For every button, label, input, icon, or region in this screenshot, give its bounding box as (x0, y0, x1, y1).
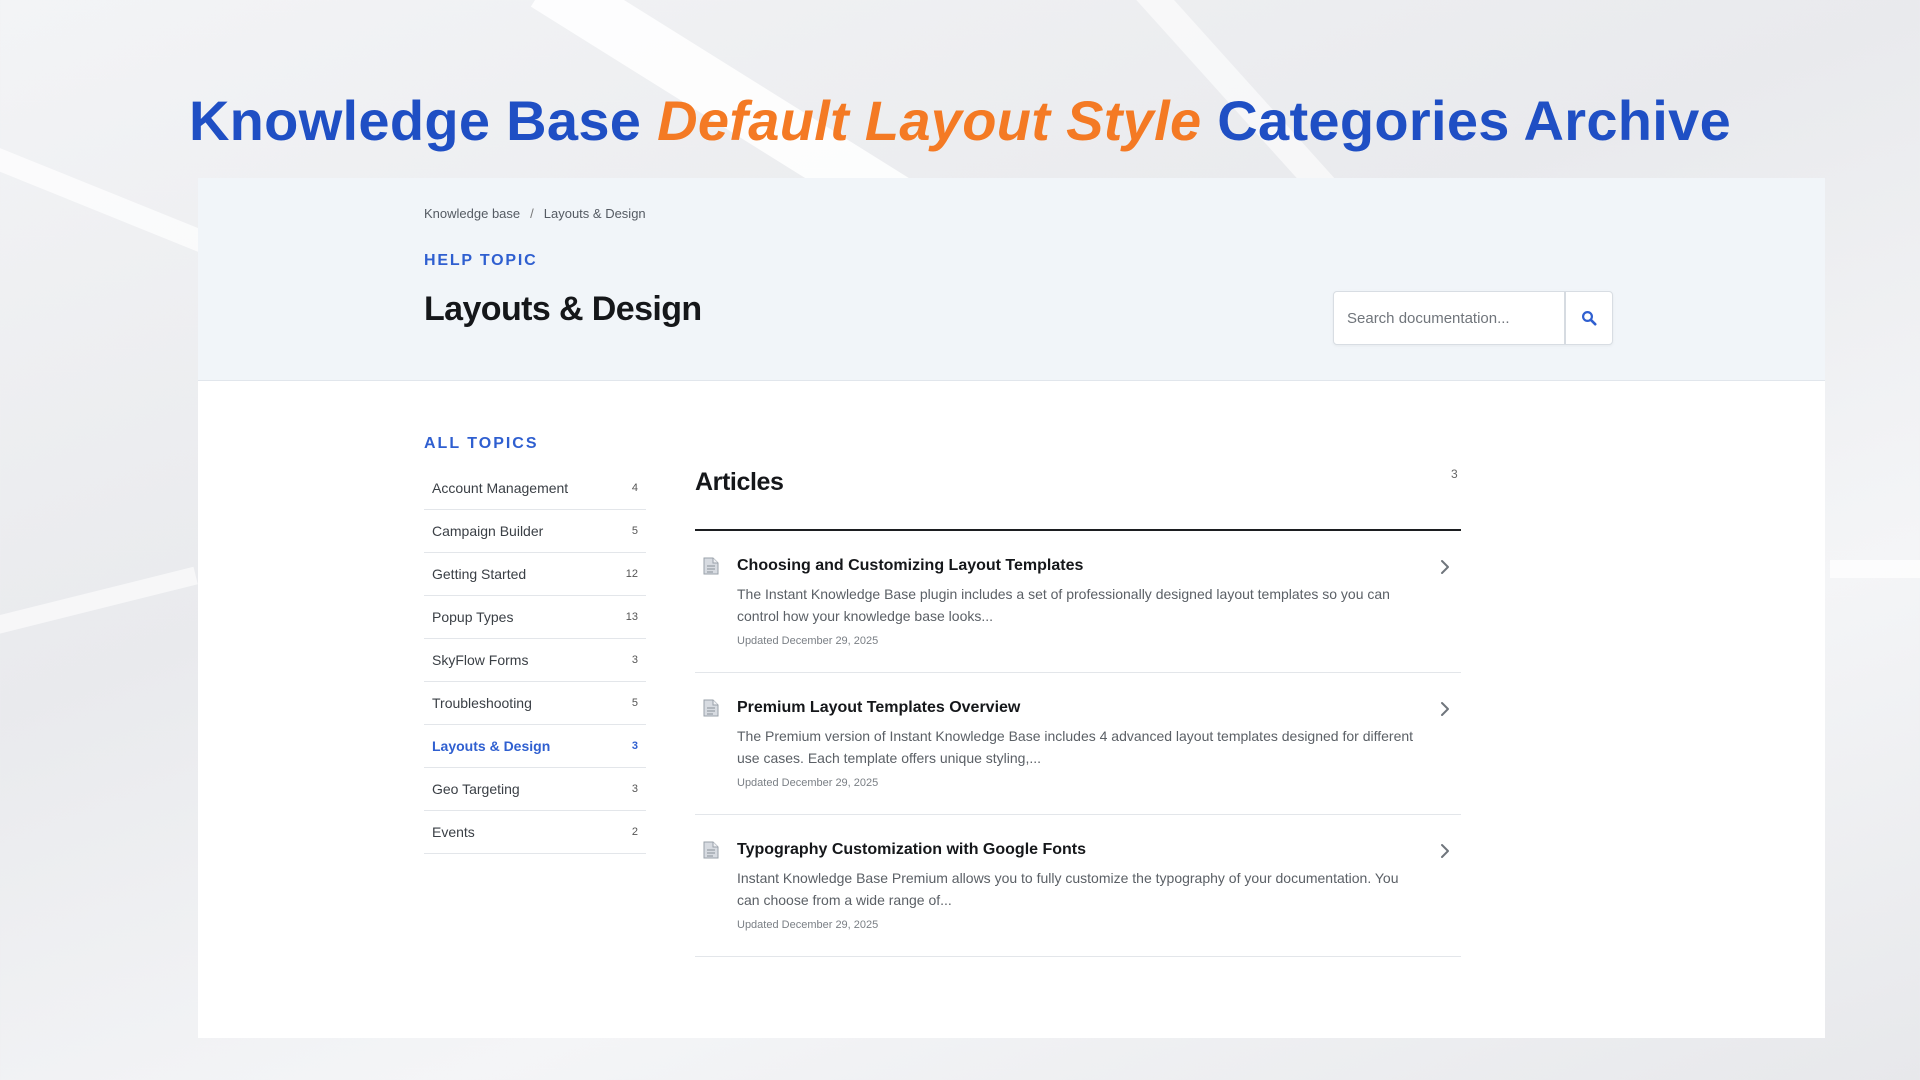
topic-label: Events (432, 824, 475, 840)
sidebar-item-getting-started[interactable]: Getting Started 12 (424, 553, 646, 596)
sidebar-item-account-management[interactable]: Account Management 4 (424, 467, 646, 510)
headline-part-2: Categories Archive (1201, 89, 1732, 152)
kb-archive-page: Knowledge base / Layouts & Design HELP TOP… (198, 178, 1825, 1038)
topic-label: Campaign Builder (432, 523, 544, 539)
chevron-right-icon[interactable] (1438, 842, 1452, 860)
articles-heading: Articles (695, 468, 784, 496)
article-excerpt: The Premium version of Instant Knowledge… (737, 728, 1414, 766)
sidebar-item-events[interactable]: Events 2 (424, 811, 646, 854)
page-title: Layouts & Design (424, 290, 702, 328)
topic-count: 4 (631, 482, 638, 494)
sidebar-item-geo-targeting[interactable]: Geo Targeting 3 (424, 768, 646, 811)
document-icon (703, 557, 719, 575)
topic-label: Account Management (432, 480, 569, 496)
background-streak (0, 566, 198, 638)
search-form (1333, 291, 1613, 345)
topic-label: Geo Targeting (432, 781, 520, 797)
topic-label: Getting Started (432, 566, 527, 582)
sidebar-item-skyflow-forms[interactable]: SkyFlow Forms 3 (424, 639, 646, 682)
breadcrumb: Knowledge base / Layouts & Design (424, 206, 646, 221)
topic-label: Popup Types (432, 609, 514, 625)
sidebar-item-campaign-builder[interactable]: Campaign Builder 5 (424, 510, 646, 553)
topic-list: Account Management 4 Campaign Builder 5 Ge… (424, 467, 646, 854)
breadcrumb-home-link[interactable]: Knowledge base (424, 206, 520, 221)
article-date: Updated December 29, 2025 (737, 777, 879, 789)
article-excerpt: The Instant Knowledge Base plugin includ… (737, 586, 1390, 624)
background-streak (0, 140, 222, 258)
article-item[interactable]: Typography Customization with Google Fon… (695, 815, 1461, 957)
article-list: Choosing and Customizing Layout Template… (695, 531, 1461, 957)
article-title[interactable]: Typography Customization with Google Fon… (737, 841, 1086, 859)
sidebar-item-popup-types[interactable]: Popup Types 13 (424, 596, 646, 639)
search-button[interactable] (1566, 292, 1612, 344)
topic-count: 2 (631, 826, 638, 838)
article-title[interactable]: Choosing and Customizing Layout Template… (737, 557, 1083, 575)
sidebar-item-layouts-design[interactable]: Layouts & Design 3 (424, 725, 646, 768)
hero-eyebrow: HELP TOPIC (424, 252, 538, 269)
topic-count: 3 (631, 740, 638, 752)
topic-count: 13 (625, 611, 638, 623)
article-date: Updated December 29, 2025 (737, 635, 879, 647)
article-item[interactable]: Premium Layout Templates Overview The Pr… (695, 673, 1461, 815)
promo-headline: Knowledge Base Default Layout Style Cate… (0, 88, 1920, 153)
topic-label: Layouts & Design (432, 738, 551, 754)
sidebar-item-troubleshooting[interactable]: Troubleshooting 5 (424, 682, 646, 725)
article-excerpt: Instant Knowledge Base Premium allows yo… (737, 870, 1399, 908)
breadcrumb-separator: / (530, 206, 534, 221)
headline-part-1: Knowledge Base (188, 89, 658, 152)
topic-count: 3 (631, 783, 638, 795)
article-date: Updated December 29, 2025 (737, 919, 879, 931)
topic-count: 3 (631, 654, 638, 666)
search-input[interactable] (1334, 292, 1566, 344)
breadcrumb-current: Layouts & Design (543, 206, 646, 221)
background-streak (1830, 560, 1920, 578)
topic-count: 5 (631, 525, 638, 537)
article-title[interactable]: Premium Layout Templates Overview (737, 699, 1020, 717)
topic-label: SkyFlow Forms (432, 652, 529, 668)
page-hero: Knowledge base / Layouts & Design HELP TOP… (198, 178, 1825, 381)
topic-label: Troubleshooting (432, 695, 532, 711)
topic-count: 12 (625, 568, 638, 580)
search-icon (1581, 310, 1597, 326)
chevron-right-icon[interactable] (1438, 558, 1452, 576)
chevron-right-icon[interactable] (1438, 700, 1452, 718)
articles-count: 3 (1451, 467, 1458, 481)
headline-accent: Default Layout Style (657, 89, 1202, 152)
sidebar-heading: ALL TOPICS (424, 435, 539, 452)
article-item[interactable]: Choosing and Customizing Layout Template… (695, 531, 1461, 673)
document-icon (703, 841, 719, 859)
topic-count: 5 (631, 697, 638, 709)
document-icon (703, 699, 719, 717)
